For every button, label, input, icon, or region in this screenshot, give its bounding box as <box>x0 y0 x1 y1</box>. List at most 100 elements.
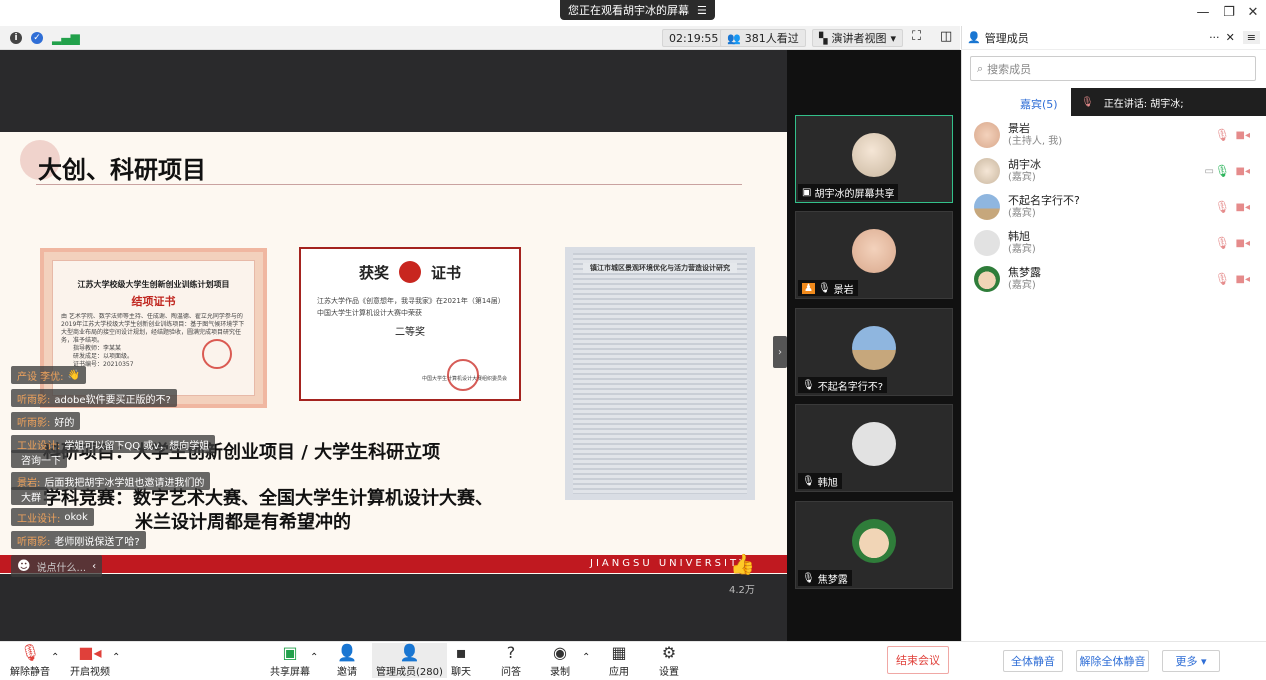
video-tile[interactable]: ▣ 胡宇冰的屏幕共享 <box>795 115 953 203</box>
video-tile[interactable]: ♟ 🎙 景岩 <box>795 211 953 299</box>
more-button[interactable]: 更多 ▾ <box>1162 650 1220 672</box>
avatar <box>974 194 1000 220</box>
cert2-award: 二等奖 <box>395 327 425 338</box>
member-search-box[interactable]: ⌕ 搜索成员 <box>970 56 1256 81</box>
close-panel-icon[interactable]: ✕ <box>1226 31 1235 44</box>
member-row[interactable]: 韩旭 (嘉宾) 🎙 ■◂ <box>970 226 1260 260</box>
mic-muted-icon[interactable]: 🎙 <box>1215 200 1230 214</box>
chat-input-bar[interactable]: ☻ 说点什么... ‹ <box>11 555 103 577</box>
chevron-up-icon[interactable]: ⌃ <box>51 652 59 663</box>
signal-icon[interactable]: ▂▄▆ <box>52 31 80 45</box>
chevron-up-icon[interactable]: ⌃ <box>112 652 120 663</box>
apps-button[interactable]: ▦ 应用 <box>609 643 629 678</box>
camera-off-icon[interactable]: ■◂ <box>1236 166 1250 177</box>
qa-button[interactable]: ? 问答 <box>501 643 521 678</box>
fullscreen-icon[interactable]: ⛶ <box>912 29 921 44</box>
search-input[interactable]: 搜索成员 <box>987 61 1031 77</box>
chat-text: 后面我把胡宇冰学姐也邀请进我们的 <box>44 477 205 489</box>
avatar <box>852 422 896 466</box>
shield-icon[interactable]: ✓ <box>31 32 43 44</box>
apps-label: 应用 <box>609 667 629 678</box>
qa-label: 问答 <box>501 667 521 678</box>
record-label: 录制 <box>550 667 570 678</box>
collapse-rail-button[interactable]: › <box>773 336 787 368</box>
share-screen-label: 共享屏幕 <box>270 667 310 678</box>
member-role: (嘉宾) <box>1008 172 1036 183</box>
mute-all-button[interactable]: 全体静音 <box>1003 650 1063 672</box>
chat-input[interactable]: 说点什么... <box>37 559 87 574</box>
start-video-button[interactable]: ■◂ 开启视频 <box>70 643 110 678</box>
minimize-icon[interactable]: — <box>1192 2 1214 22</box>
chat-button[interactable]: ▪ 聊天 <box>451 643 471 678</box>
restore-icon[interactable]: ❐ <box>1218 2 1240 22</box>
chat-message: 听雨影: adobe软件要买正版的不? <box>11 389 177 407</box>
unmute-button[interactable]: 🎙 解除静音 <box>10 643 50 678</box>
video-tile[interactable]: 🎙 韩旭 <box>795 404 953 492</box>
settings-button[interactable]: ⚙ 设置 <box>659 643 679 678</box>
host-icon: ♟ <box>802 282 815 294</box>
chat-label: 聊天 <box>451 667 471 678</box>
tile-name: 景岩 <box>833 284 854 296</box>
paper-heading: 镇江市城区景观环境优化与活力营造设计研究 <box>583 263 737 273</box>
mic-muted-icon: 🎙 <box>19 643 41 662</box>
member-name: 不起名字行不? <box>1008 194 1080 207</box>
mic-muted-icon[interactable]: 🎙 <box>1215 272 1230 286</box>
start-video-label: 开启视频 <box>70 667 110 678</box>
video-tile[interactable]: 🎙 不起名字行不? <box>795 308 953 396</box>
sidebar-toggle-icon[interactable]: ◫ <box>940 29 952 44</box>
members-icon: 👤 <box>399 643 420 662</box>
camera-off-icon[interactable]: ■◂ <box>1236 130 1250 141</box>
panel-menu-icon[interactable]: ≡ <box>1242 31 1260 44</box>
chat-text: 好的 <box>54 417 75 429</box>
avatar <box>852 519 896 563</box>
end-meeting-button[interactable]: 结束会议 <box>887 646 949 674</box>
avatar <box>974 266 1000 292</box>
member-row[interactable]: 景岩 (主持人, 我) 🎙 ■◂ <box>970 118 1260 152</box>
chat-message: 听雨影: 好的 <box>11 412 81 430</box>
tile-label: 🎙 韩旭 <box>798 473 842 489</box>
mic-muted-icon[interactable]: 🎙 <box>1215 236 1230 250</box>
mic-muted-icon[interactable]: 🎙 <box>1215 128 1230 142</box>
chevron-up-icon[interactable]: ⌃ <box>310 652 318 663</box>
slide-text-competition-cont: 米兰设计周都是有希望冲的 <box>135 512 351 533</box>
chat-text: 咨询一下 <box>21 455 61 467</box>
member-name: 胡宇冰 <box>1008 158 1041 171</box>
chevron-up-icon[interactable]: ⌃ <box>582 652 590 663</box>
share-screen-button[interactable]: ▣ 共享屏幕 <box>270 643 310 678</box>
settings-label: 设置 <box>659 667 679 678</box>
video-tile[interactable]: 🎙 焦梦露 <box>795 501 953 589</box>
official-seal <box>202 339 232 369</box>
chat-text: 👋 <box>67 369 81 381</box>
menu-lines-icon[interactable]: ☰ <box>697 4 707 17</box>
unmute-all-button[interactable]: 解除全体静音 <box>1076 650 1149 672</box>
record-button[interactable]: ◉ 录制 <box>550 643 570 678</box>
chevron-right-icon: › <box>778 346 782 358</box>
emoji-icon[interactable]: ☻ <box>17 559 31 574</box>
camera-off-icon[interactable]: ■◂ <box>1236 238 1250 249</box>
member-row[interactable]: 焦梦露 (嘉宾) 🎙 ■◂ <box>970 262 1260 296</box>
record-icon: ◉ <box>553 643 567 662</box>
tab-guests[interactable]: 嘉宾(5) <box>1020 96 1058 112</box>
tile-label: 🎙 不起名字行不? <box>798 377 888 393</box>
camera-off-icon[interactable]: ■◂ <box>1236 274 1250 285</box>
panel-header: 👤 管理成员 ··· ✕ ≡ <box>961 26 1266 50</box>
speaking-indicator: 🎙 正在讲话: 胡宇冰; <box>1071 88 1266 116</box>
member-name: 景岩 <box>1008 122 1030 135</box>
invite-button[interactable]: 👤 邀请 <box>337 643 357 678</box>
manage-members-button[interactable]: 👤 管理成员(280) <box>372 643 447 678</box>
mic-on-icon[interactable]: 🎙 <box>1215 164 1230 178</box>
close-icon[interactable]: ✕ <box>1242 2 1264 22</box>
viewers-count[interactable]: 👥 381人看过 <box>720 29 806 47</box>
member-row[interactable]: 胡宇冰 (嘉宾) ▭ 🎙 ■◂ <box>970 154 1260 188</box>
member-row[interactable]: 不起名字行不? (嘉宾) 🎙 ■◂ <box>970 190 1260 224</box>
camera-off-icon[interactable]: ■◂ <box>1236 202 1250 213</box>
info-icon[interactable]: i <box>10 32 22 44</box>
chat-author: 听雨影: <box>17 536 51 548</box>
tile-name: 胡宇冰的屏幕共享 <box>814 188 895 200</box>
view-mode-select[interactable]: ▚ 演讲者视图 ▾ <box>812 29 903 47</box>
more-options-icon[interactable]: ··· <box>1209 31 1220 44</box>
like-icon[interactable]: 👍 <box>730 552 755 576</box>
slide-title: 大创、科研项目 <box>38 156 206 184</box>
member-role: (主持人, 我) <box>1008 136 1063 147</box>
collapse-chat-icon[interactable]: ‹ <box>92 561 96 572</box>
